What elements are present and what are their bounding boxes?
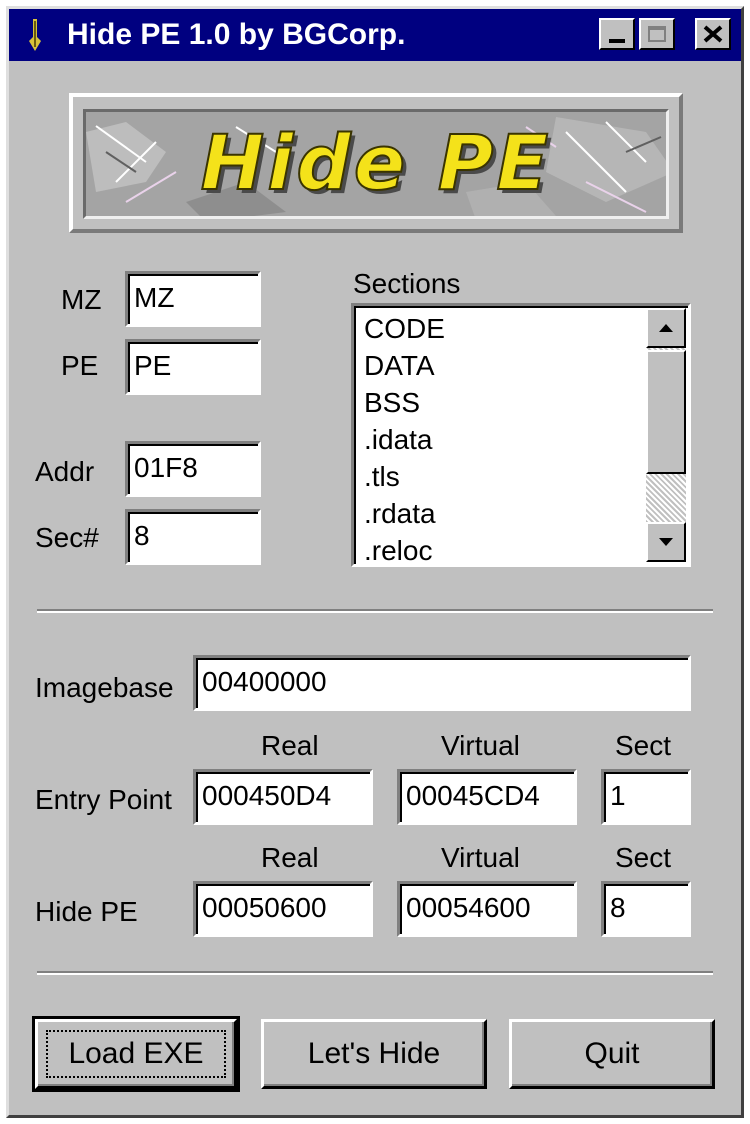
secnum-label: Sec#: [35, 522, 99, 553]
list-item[interactable]: .reloc: [364, 532, 445, 564]
minimize-button[interactable]: [599, 18, 635, 50]
pe-label: PE: [61, 350, 99, 381]
separator: [37, 971, 713, 975]
imagebase-field[interactable]: 00400000: [193, 655, 691, 711]
list-item[interactable]: BSS: [364, 384, 445, 421]
sect-column-header: Sect: [615, 842, 672, 873]
hide-pe-sect-field[interactable]: 8: [601, 881, 691, 937]
hide-pe-label: Hide PE: [35, 896, 138, 927]
load-exe-button[interactable]: Load EXE: [32, 1016, 240, 1092]
virtual-column-header: Virtual: [441, 842, 520, 873]
sections-label: Sections: [353, 268, 461, 299]
main-window: Hide PE 1.0 by BGCorp. Hide PE MZ MZ PE …: [6, 6, 744, 1118]
entry-point-sect-field[interactable]: 1: [601, 769, 691, 825]
lets-hide-label: Let's Hide: [307, 1037, 441, 1070]
close-icon: [703, 25, 723, 43]
scroll-up-button[interactable]: [646, 308, 686, 348]
window-title: Hide PE 1.0 by BGCorp.: [67, 18, 406, 51]
title-bar[interactable]: Hide PE 1.0 by BGCorp.: [9, 9, 741, 61]
app-icon: [19, 17, 51, 53]
hide-pe-real-field[interactable]: 00050600: [193, 881, 373, 937]
banner-title: Hide PE: [200, 117, 552, 208]
quit-button[interactable]: Quit: [509, 1019, 715, 1089]
virtual-column-header: Virtual: [441, 730, 520, 761]
real-column-header: Real: [261, 730, 319, 761]
scroll-down-button[interactable]: [646, 522, 686, 562]
maximize-icon: [648, 26, 666, 42]
maximize-button[interactable]: [639, 18, 675, 50]
logo-banner: Hide PE: [69, 93, 683, 233]
entry-point-real-field[interactable]: 000450D4: [193, 769, 373, 825]
addr-label: Addr: [35, 456, 95, 487]
separator: [37, 609, 713, 613]
secnum-field[interactable]: 8: [125, 509, 261, 565]
mz-label: MZ: [61, 284, 102, 315]
mz-field[interactable]: MZ: [125, 271, 261, 327]
logo-panel: Hide PE: [83, 109, 669, 219]
arrow-up-icon: [659, 324, 673, 332]
scroll-thumb[interactable]: [646, 350, 686, 474]
quit-label: Quit: [584, 1037, 640, 1070]
load-exe-label: Load EXE: [68, 1037, 204, 1070]
imagebase-label: Imagebase: [35, 672, 174, 703]
lets-hide-button[interactable]: Let's Hide: [261, 1019, 487, 1089]
list-item[interactable]: DATA: [364, 347, 445, 384]
list-item[interactable]: CODE: [364, 310, 445, 347]
pe-field[interactable]: PE: [125, 339, 261, 395]
arrow-down-icon: [659, 538, 673, 546]
list-item[interactable]: .rdata: [364, 495, 445, 532]
close-button[interactable]: [695, 18, 731, 50]
entry-point-label: Entry Point: [35, 784, 172, 815]
sect-column-header: Sect: [615, 730, 672, 761]
list-item[interactable]: .tls: [364, 458, 445, 495]
hide-pe-virtual-field[interactable]: 00054600: [397, 881, 577, 937]
real-column-header: Real: [261, 842, 319, 873]
sections-scrollbar[interactable]: [646, 308, 686, 562]
sections-listbox[interactable]: CODE DATA BSS .idata .tls .rdata .reloc: [351, 303, 691, 567]
addr-field[interactable]: 01F8: [125, 441, 261, 497]
minimize-icon: [609, 39, 625, 43]
list-item[interactable]: .idata: [364, 421, 445, 458]
entry-point-virtual-field[interactable]: 00045CD4: [397, 769, 577, 825]
